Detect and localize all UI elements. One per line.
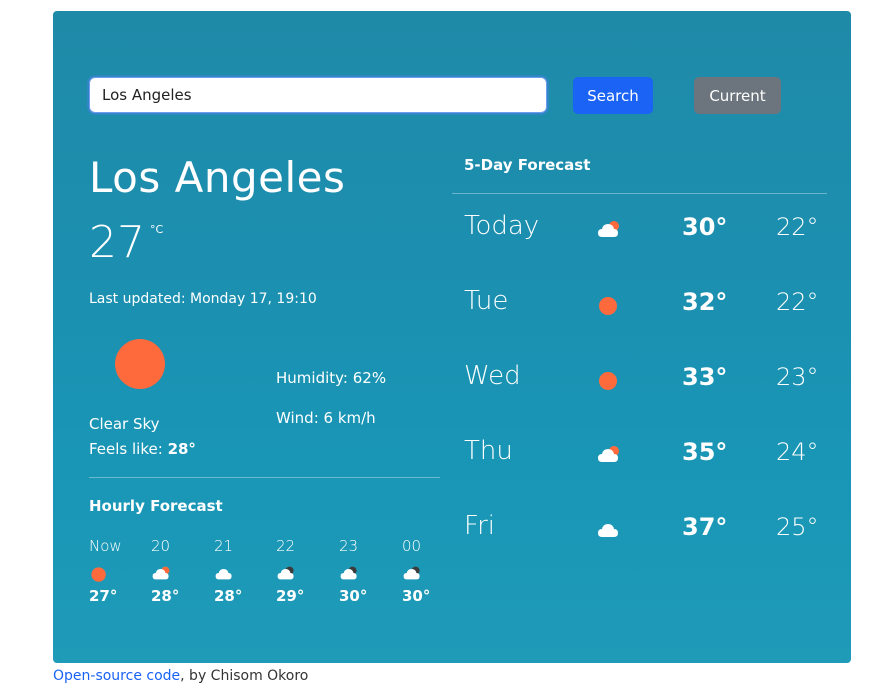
forecast-high: 32° [682,288,728,316]
search-button[interactable]: Search [573,77,653,114]
hour-label: Now [89,537,122,555]
five-day-forecast-title: 5-Day Forecast [464,156,591,174]
hourly-forecast-title: Hourly Forecast [89,497,223,515]
feels-like-label: Feels like: [89,440,168,458]
forecast-high: 30° [682,213,728,241]
forecast-row: Thu 35° 24° [464,436,824,476]
hour-temperature: 29° [276,587,305,605]
forecast-day: Thu [464,436,513,466]
hour-temperature: 27° [89,587,118,605]
feels-like: Feels like: 28° [89,440,196,458]
divider [452,193,827,194]
cloud-icon [214,565,254,581]
forecast-day: Wed [464,361,521,391]
hourly-item: 20 28° [151,537,191,605]
footer: Open-source code, by Chisom Okoro [53,668,308,684]
temperature-unit: °C [150,223,164,236]
forecast-high: 35° [682,438,728,466]
sun-icon [89,565,129,582]
forecast-low: 25° [776,513,819,541]
sun-icon [596,369,628,393]
forecast-low: 22° [776,213,819,241]
sun-icon [596,294,628,318]
author-byline: , by Chisom Okoro [180,668,309,684]
hourly-item: 22 29° [276,537,316,605]
cloud-icon [596,519,628,543]
hour-label: 21 [214,537,234,555]
source-code-link[interactable]: Open-source code [53,668,180,684]
cloud-moon-icon [276,565,316,581]
hour-temperature: 28° [151,587,180,605]
last-updated: Last updated: Monday 17, 19:10 [89,291,317,307]
weather-card: Search Current Los Angeles 27 °C Last up… [53,11,851,663]
forecast-row: Fri 37° 25° [464,511,824,551]
forecast-high: 33° [682,363,728,391]
forecast-row: Today 30° 22° [464,211,824,251]
current-location-button[interactable]: Current [694,77,781,114]
hour-label: 23 [339,537,359,555]
current-temperature: 27 [89,217,145,268]
cloud-moon-icon [339,565,379,581]
hour-temperature: 30° [402,587,431,605]
hour-label: 22 [276,537,296,555]
hour-temperature: 28° [214,587,243,605]
city-name: Los Angeles [89,153,346,202]
cloud-sun-icon [151,565,191,581]
hour-label: 00 [402,537,422,555]
city-search-input[interactable] [89,77,547,113]
forecast-day: Today [464,211,540,241]
hour-temperature: 30° [339,587,368,605]
feels-like-value: 28° [167,440,196,458]
forecast-high: 37° [682,513,728,541]
forecast-day: Fri [464,511,495,541]
forecast-low: 22° [776,288,819,316]
cloud-moon-icon [402,565,442,581]
forecast-row: Wed 33° 23° [464,361,824,401]
divider [89,477,440,478]
forecast-low: 24° [776,438,819,466]
hourly-item: Now 27° [89,537,129,605]
forecast-low: 23° [776,363,819,391]
hourly-item: 00 30° [402,537,442,605]
forecast-row: Tue 32° 22° [464,286,824,326]
sun-icon [115,339,165,389]
hourly-item: 21 28° [214,537,254,605]
cloud-sun-icon [596,219,628,243]
hour-label: 20 [151,537,171,555]
forecast-day: Tue [464,286,509,316]
cloud-sun-icon [596,444,628,468]
weather-description: Clear Sky [89,415,160,433]
wind-speed: Wind: 6 km/h [276,409,376,427]
hourly-item: 23 30° [339,537,379,605]
humidity: Humidity: 62% [276,369,387,387]
